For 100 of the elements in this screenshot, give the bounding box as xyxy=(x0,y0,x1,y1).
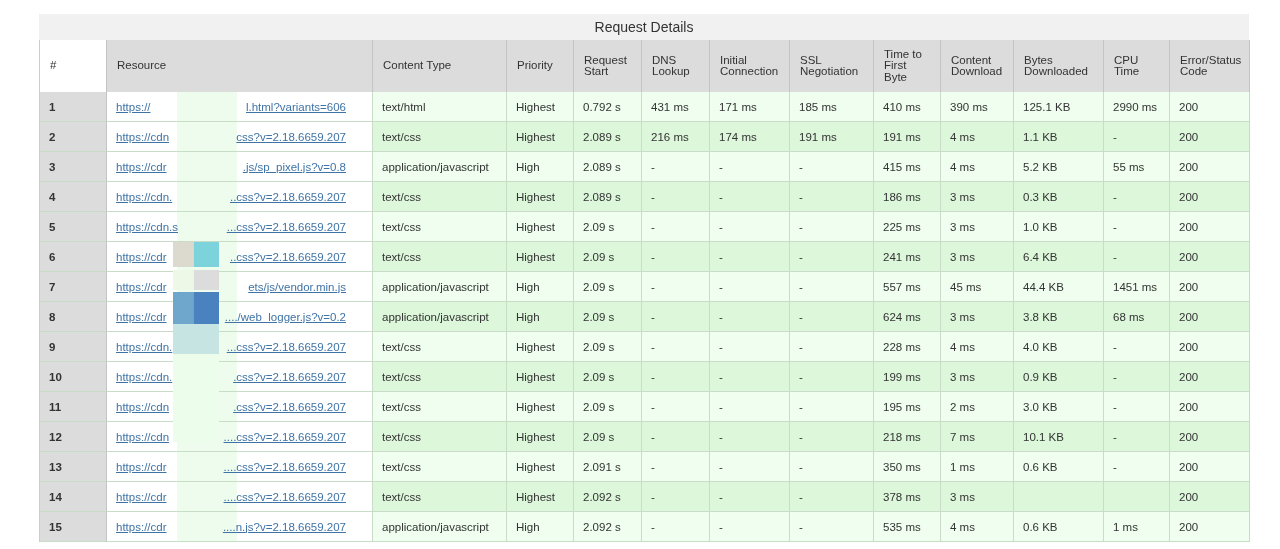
table-cell: text/css xyxy=(373,182,507,212)
resource-link[interactable]: https:// xyxy=(116,100,151,113)
row-number: 1 xyxy=(40,92,107,122)
table-cell: - xyxy=(710,332,790,362)
resource-link[interactable]: ...css?v=2.18.6659.207 xyxy=(226,340,346,353)
table-cell xyxy=(1104,482,1170,512)
resource-link[interactable]: ....css?v=2.18.6659.207 xyxy=(223,430,346,443)
table-cell: - xyxy=(1104,212,1170,242)
resource-link[interactable]: .css?v=2.18.6659.207 xyxy=(233,370,346,383)
table-cell: Highest xyxy=(507,332,574,362)
column-header: Content Download xyxy=(941,40,1014,92)
table-cell: 216 ms xyxy=(642,122,710,152)
table-cell: 1.1 KB xyxy=(1014,122,1104,152)
resource-link[interactable]: https://cdn. xyxy=(116,370,173,383)
table-cell: 200 xyxy=(1170,272,1250,302)
table-cell: 0.3 KB xyxy=(1014,182,1104,212)
table-cell: - xyxy=(1104,182,1170,212)
resource-link[interactable]: ...css?v=2.18.6659.207 xyxy=(226,220,346,233)
table-cell: 2.092 s xyxy=(574,512,642,542)
resource-link[interactable]: https://cdr xyxy=(116,460,167,473)
table-cell: - xyxy=(642,212,710,242)
table-cell: - xyxy=(790,482,874,512)
table-cell: 2.09 s xyxy=(574,362,642,392)
resource-link[interactable]: https://cdn xyxy=(116,130,170,143)
table-cell: 390 ms xyxy=(941,92,1014,122)
resource-link[interactable]: .js/sp_pixel.js?v=0.8 xyxy=(242,160,346,173)
table-cell: - xyxy=(710,392,790,422)
row-number: 12 xyxy=(40,422,107,452)
column-header: Request Start xyxy=(574,40,642,92)
resource-link[interactable]: ..../web_logger.js?v=0.2 xyxy=(224,310,346,323)
table-cell: 174 ms xyxy=(710,122,790,152)
table-cell: 2.09 s xyxy=(574,422,642,452)
resource-link[interactable]: ..css?v=2.18.6659.207 xyxy=(229,190,346,203)
table-cell: - xyxy=(710,422,790,452)
table-cell: 2.089 s xyxy=(574,122,642,152)
table-cell: text/css xyxy=(373,212,507,242)
column-header: Time to First Byte xyxy=(874,40,941,92)
resource-link[interactable]: ....n.js?v=2.18.6659.207 xyxy=(222,520,346,533)
table-cell: text/html xyxy=(373,92,507,122)
resource-link[interactable]: ets/js/vendor.min.js xyxy=(248,280,346,293)
table-cell: 557 ms xyxy=(874,272,941,302)
table-cell: 68 ms xyxy=(1104,302,1170,332)
resource-link[interactable]: https://cdr xyxy=(116,490,167,503)
resource-link[interactable]: https://cdr xyxy=(116,520,167,533)
table-cell: 228 ms xyxy=(874,332,941,362)
resource-link[interactable]: https://cdn.s xyxy=(116,220,178,233)
resource-link[interactable]: .css?v=2.18.6659.207 xyxy=(233,400,346,413)
resource-link[interactable]: https://cdn. xyxy=(116,340,173,353)
table-cell: - xyxy=(790,242,874,272)
row-number: 3 xyxy=(40,152,107,182)
table-cell: 2.089 s xyxy=(574,182,642,212)
table-cell: Highest xyxy=(507,92,574,122)
table-cell: - xyxy=(642,512,710,542)
table-cell: text/css xyxy=(373,422,507,452)
resource-link[interactable]: ....css?v=2.18.6659.207 xyxy=(223,490,346,503)
table-cell: 45 ms xyxy=(941,272,1014,302)
table-cell: application/javascript xyxy=(373,512,507,542)
table-cell: text/css xyxy=(373,392,507,422)
table-cell: text/css xyxy=(373,362,507,392)
table-cell: application/javascript xyxy=(373,152,507,182)
resource-link[interactable]: ..css?v=2.18.6659.207 xyxy=(229,250,346,263)
table-cell: application/javascript xyxy=(373,302,507,332)
table-cell: 3 ms xyxy=(941,362,1014,392)
resource-link[interactable]: https://cdr xyxy=(116,160,167,173)
table-cell: - xyxy=(642,392,710,422)
row-number: 7 xyxy=(40,272,107,302)
resource-link[interactable]: https://cdn xyxy=(116,430,170,443)
table-cell: 241 ms xyxy=(874,242,941,272)
row-number: 14 xyxy=(40,482,107,512)
table-cell: - xyxy=(642,152,710,182)
resource-link[interactable]: https://cdn xyxy=(116,400,170,413)
table-cell: 2.091 s xyxy=(574,452,642,482)
table-cell: - xyxy=(642,482,710,512)
table-cell: - xyxy=(790,212,874,242)
resource-link[interactable]: https://cdn. xyxy=(116,190,173,203)
resource-link[interactable]: https://cdr xyxy=(116,280,167,293)
table-cell: - xyxy=(1104,242,1170,272)
table-cell: 171 ms xyxy=(710,92,790,122)
resource-link[interactable]: l.html?variants=606 xyxy=(245,100,346,113)
table-cell: 2990 ms xyxy=(1104,92,1170,122)
row-number: 8 xyxy=(40,302,107,332)
resource-link[interactable]: https://cdr xyxy=(116,250,167,263)
table-cell: 0.792 s xyxy=(574,92,642,122)
table-cell: - xyxy=(642,452,710,482)
resource-link[interactable]: https://cdr xyxy=(116,310,167,323)
resource-link[interactable]: ....css?v=2.18.6659.207 xyxy=(223,460,346,473)
table-cell: High xyxy=(507,512,574,542)
table-cell: 200 xyxy=(1170,482,1250,512)
table-cell: - xyxy=(710,242,790,272)
table-cell: - xyxy=(790,512,874,542)
table-cell: High xyxy=(507,302,574,332)
table-cell: 1 ms xyxy=(941,452,1014,482)
table-cell: 350 ms xyxy=(874,452,941,482)
table-cell: - xyxy=(790,182,874,212)
table-cell: 3 ms xyxy=(941,302,1014,332)
column-header: CPU Time xyxy=(1104,40,1170,92)
table-cell: 200 xyxy=(1170,122,1250,152)
resource-link[interactable]: css?v=2.18.6659.207 xyxy=(236,130,346,143)
table-cell: - xyxy=(710,212,790,242)
table-cell: 624 ms xyxy=(874,302,941,332)
